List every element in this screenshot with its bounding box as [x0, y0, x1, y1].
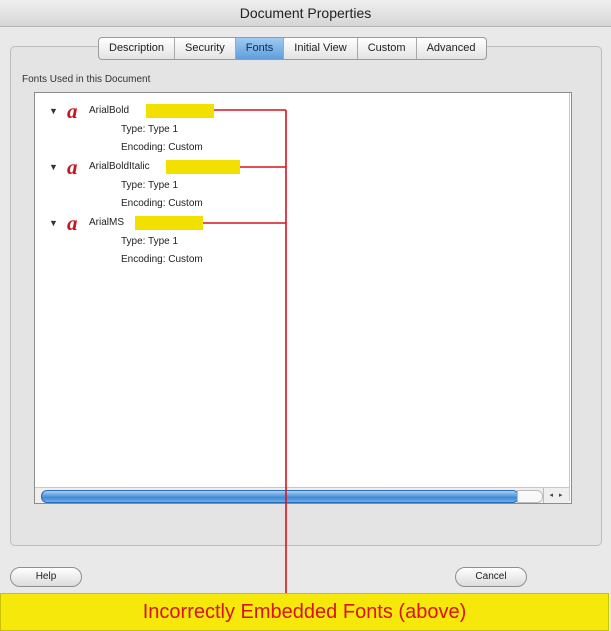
annotation-banner: Incorrectly Embedded Fonts (above): [0, 593, 609, 631]
annotation-callout-lines: [203, 109, 287, 594]
